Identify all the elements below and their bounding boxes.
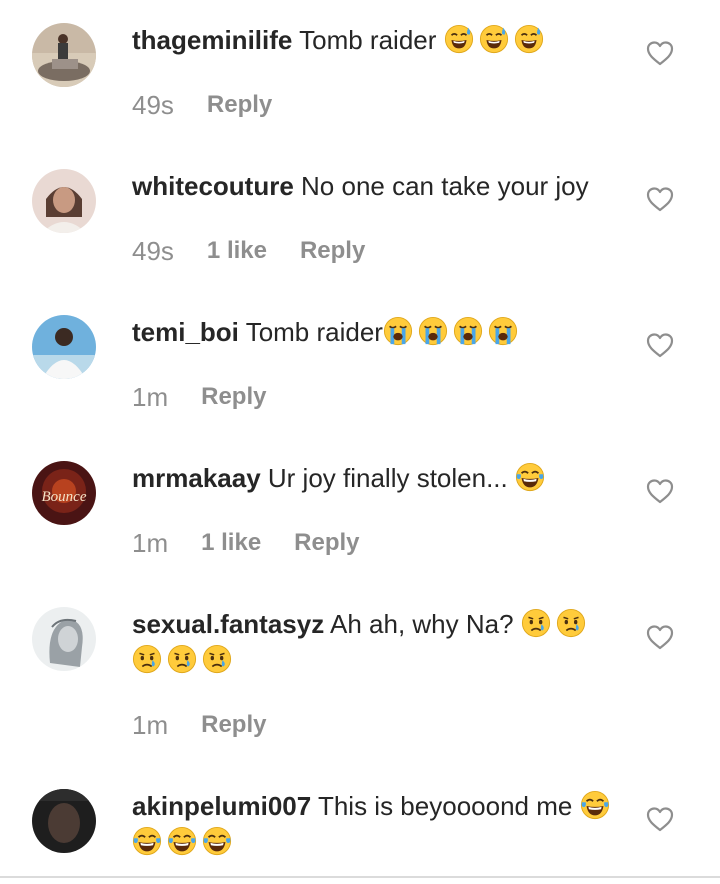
- timestamp: 1m: [132, 710, 169, 740]
- comment-body: sexual.fantasyz Ah ah, why Na?: [132, 606, 622, 678]
- tears-of-joy-icon: [580, 790, 610, 820]
- heart-icon[interactable]: [646, 806, 674, 832]
- avatar[interactable]: [32, 23, 96, 87]
- crying-face-icon: [202, 644, 232, 674]
- heart-icon[interactable]: [646, 332, 674, 358]
- crying-face-icon: [132, 644, 162, 674]
- sweat-smile-icon: [444, 24, 474, 54]
- tears-of-joy-icon: [132, 826, 162, 856]
- reply-button[interactable]: Reply: [207, 90, 272, 120]
- comment-body: akinpelumi007 This is beyoooond me: [132, 788, 622, 860]
- loudly-crying-icon: [453, 316, 483, 346]
- comment-body: whitecouture No one can take your joy: [132, 168, 622, 204]
- emoji-group: [515, 462, 545, 493]
- sweat-smile-icon: [479, 24, 509, 54]
- comment-text: Tomb raider: [299, 25, 437, 55]
- loudly-crying-icon: [418, 316, 448, 346]
- likes-count-button[interactable]: 1 like: [207, 236, 267, 266]
- username-link[interactable]: thageminilife: [132, 25, 292, 55]
- heart-icon[interactable]: [646, 478, 674, 504]
- timestamp: 49s: [132, 90, 174, 120]
- tears-of-joy-icon: [515, 462, 545, 492]
- sweat-smile-icon: [514, 24, 544, 54]
- username-link[interactable]: mrmakaay: [132, 463, 261, 493]
- heart-icon[interactable]: [646, 186, 674, 212]
- comment-text: This is beyoooond me: [317, 791, 573, 821]
- comment-body: temi_boi Tomb raider: [132, 314, 622, 350]
- bounce-logo-text: Bounce: [42, 489, 87, 505]
- avatar[interactable]: [32, 789, 96, 853]
- comment-text: Ah ah, why Na?: [330, 609, 514, 639]
- username-link[interactable]: whitecouture: [132, 171, 294, 201]
- heart-icon[interactable]: [646, 624, 674, 650]
- username-link[interactable]: temi_boi: [132, 317, 239, 347]
- crying-face-icon: [167, 644, 197, 674]
- emoji-group: [444, 24, 544, 55]
- comment-meta: 1m Reply: [132, 710, 266, 740]
- comment-body: mrmakaay Ur joy finally stolen...: [132, 460, 622, 496]
- comment-body: thageminilife Tomb raider: [132, 22, 622, 58]
- likes-count-button[interactable]: 1 like: [201, 528, 261, 558]
- heart-icon[interactable]: [646, 40, 674, 66]
- timestamp: 49s: [132, 236, 174, 266]
- timestamp: 1m: [132, 528, 169, 558]
- avatar[interactable]: Bounce: [32, 461, 96, 525]
- comment-text: Ur joy finally stolen...: [267, 463, 508, 493]
- bottom-divider: [0, 876, 720, 878]
- crying-face-icon: [556, 608, 586, 638]
- comment-text: Tomb raider: [245, 317, 383, 347]
- username-link[interactable]: akinpelumi007: [132, 791, 311, 821]
- avatar[interactable]: [32, 315, 96, 379]
- avatar[interactable]: [32, 169, 96, 233]
- reply-button[interactable]: Reply: [300, 236, 365, 266]
- comment-meta: 49s 1 like Reply: [132, 236, 365, 266]
- comment-meta: 1m 1 like Reply: [132, 528, 360, 558]
- comment-meta: 1m Reply: [132, 382, 266, 412]
- reply-button[interactable]: Reply: [201, 382, 266, 412]
- tears-of-joy-icon: [167, 826, 197, 856]
- comment-meta: 49s Reply: [132, 90, 272, 120]
- emoji-group: [383, 316, 518, 347]
- timestamp: 1m: [132, 382, 169, 412]
- reply-button[interactable]: Reply: [294, 528, 359, 558]
- loudly-crying-icon: [488, 316, 518, 346]
- comment-text: No one can take your joy: [301, 171, 589, 201]
- crying-face-icon: [521, 608, 551, 638]
- reply-button[interactable]: Reply: [201, 710, 266, 740]
- avatar[interactable]: [32, 607, 96, 671]
- tears-of-joy-icon: [202, 826, 232, 856]
- username-link[interactable]: sexual.fantasyz: [132, 609, 324, 639]
- loudly-crying-icon: [383, 316, 413, 346]
